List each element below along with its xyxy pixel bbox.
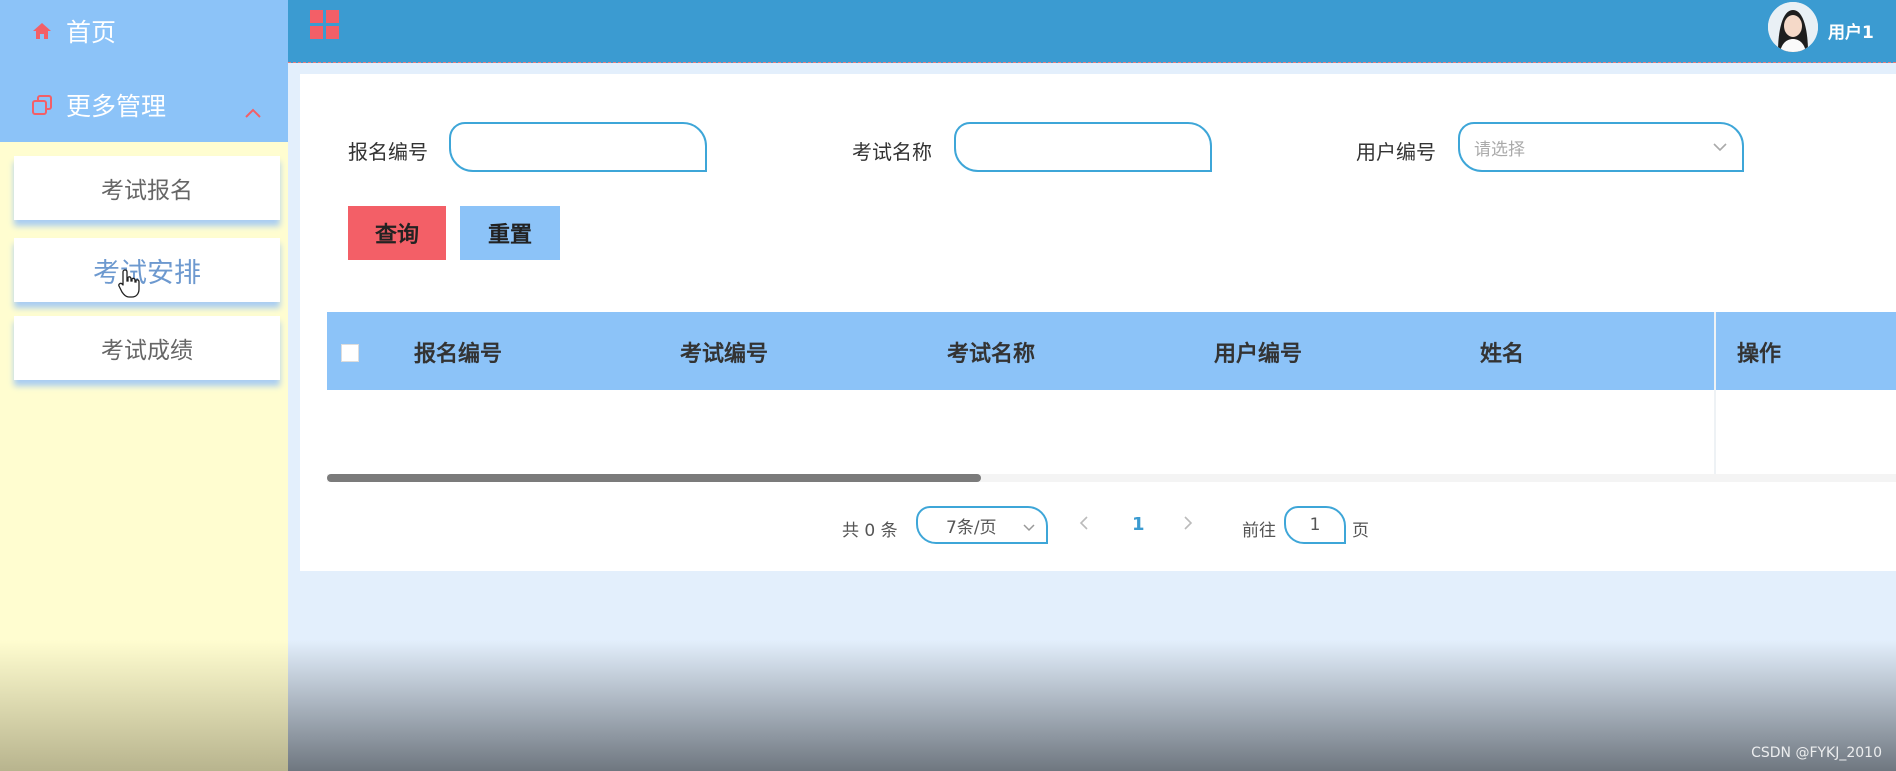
chevron-down-icon — [1022, 519, 1036, 539]
select-all-checkbox[interactable] — [341, 344, 359, 362]
total-count: 共 0 条 — [842, 521, 898, 541]
pagination: 共 0 条 7条/页 1 前往 1 页 — [300, 506, 1896, 546]
column-header: 考试编号 — [680, 342, 769, 367]
sidebar-item-more-management[interactable]: 更多管理 — [0, 74, 288, 136]
next-page-icon[interactable] — [1182, 514, 1194, 537]
column-header: 报名编号 — [414, 342, 503, 367]
copy-icon — [30, 93, 54, 117]
page-number[interactable]: 1 — [1132, 514, 1145, 535]
home-icon — [30, 19, 54, 43]
column-header: 考试名称 — [947, 342, 1036, 367]
user-name[interactable]: 用户1 — [1828, 18, 1874, 43]
avatar[interactable] — [1768, 2, 1818, 52]
user-number-placeholder: 请选择 — [1474, 139, 1525, 160]
bottom-fade-overlay — [288, 640, 1896, 771]
sidebar-subitem-label: 考试成绩 — [101, 338, 193, 364]
sidebar-item-label: 首页 — [66, 18, 117, 47]
sidebar-subitem-exam-registration[interactable]: 考试报名 — [14, 156, 280, 220]
user-number-select[interactable]: 请选择 — [1458, 122, 1744, 172]
sidebar-top-menu: 首页 更多管理 — [0, 0, 288, 142]
sidebar-subitem-label: 考试报名 — [101, 178, 193, 204]
chevron-up-icon — [244, 96, 262, 125]
sidebar: 首页 更多管理 考试报名 考试安排 考试成绩 — [0, 0, 288, 771]
fixed-column-divider — [1714, 312, 1716, 480]
sidebar-item-home[interactable]: 首页 — [0, 0, 288, 62]
goto-page-input[interactable]: 1 — [1284, 506, 1346, 544]
reset-button[interactable]: 重置 — [460, 206, 560, 260]
sidebar-subitem-exam-scores[interactable]: 考试成绩 — [14, 316, 280, 380]
sidebar-item-label: 更多管理 — [66, 92, 167, 121]
goto-label: 前往 — [1242, 521, 1276, 541]
grid-menu-icon[interactable] — [310, 10, 340, 44]
registration-number-label: 报名编号 — [348, 140, 428, 164]
exam-name-input[interactable] — [954, 122, 1212, 172]
hand-cursor-icon — [118, 268, 142, 304]
data-table: 报名编号 考试编号 考试名称 用户编号 姓名 操作 — [327, 312, 1896, 482]
top-header: 用户1 — [288, 0, 1896, 63]
sidebar-subitem-label: 考试安排 — [93, 257, 201, 289]
user-number-label: 用户编号 — [1356, 140, 1436, 164]
main-card: 报名编号 考试名称 用户编号 请选择 查询 重置 报名编号 考试编号 考试名称 … — [300, 74, 1896, 571]
column-header: 操作 — [1737, 342, 1782, 367]
registration-number-input[interactable] — [449, 122, 707, 172]
page-size-value: 7条/页 — [946, 517, 997, 538]
watermark: CSDN @FYKJ_2010 — [1751, 745, 1882, 761]
prev-page-icon[interactable] — [1078, 514, 1090, 537]
horizontal-scrollbar-thumb[interactable] — [327, 474, 981, 482]
table-header: 报名编号 考试编号 考试名称 用户编号 姓名 操作 — [327, 312, 1896, 390]
page-suffix-label: 页 — [1352, 521, 1369, 541]
chevron-down-icon — [1712, 139, 1728, 159]
query-button[interactable]: 查询 — [348, 206, 446, 260]
column-header: 姓名 — [1480, 342, 1525, 367]
exam-name-label: 考试名称 — [852, 140, 932, 164]
column-header: 用户编号 — [1214, 342, 1303, 367]
page-size-select[interactable]: 7条/页 — [916, 506, 1048, 544]
sidebar-subitem-exam-arrangement[interactable]: 考试安排 — [14, 238, 280, 302]
